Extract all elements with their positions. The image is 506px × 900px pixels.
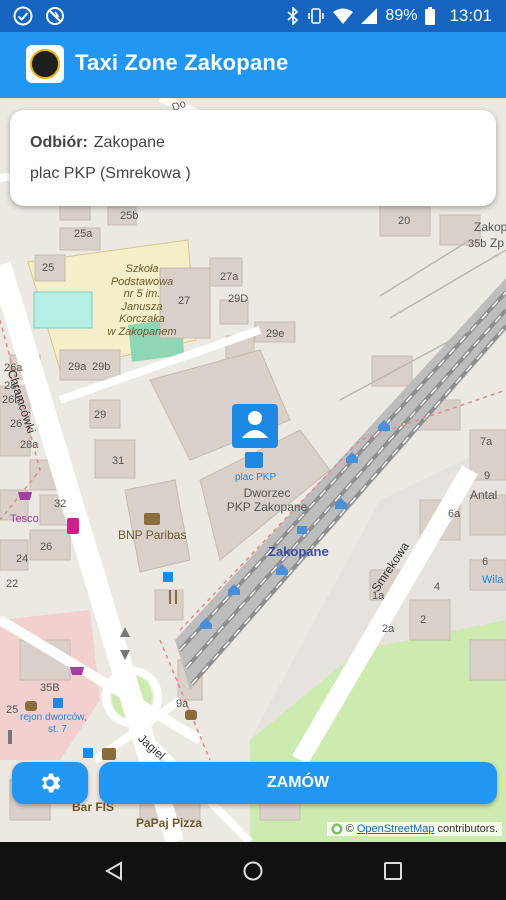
house-number: 25: [6, 704, 19, 716]
house-number: 29a: [68, 361, 87, 373]
vibrate-icon: [308, 8, 325, 24]
pickup-address: plac PKP (Smrekowa ): [30, 165, 191, 182]
bluetooth-icon: [287, 7, 299, 25]
status-bar: 89% 13:01: [0, 0, 506, 32]
house-number: 35b: [468, 238, 487, 250]
map-label-zp: Zp: [490, 236, 505, 250]
signal-icon: [361, 8, 378, 24]
house-number: 2a: [382, 623, 395, 635]
house-number: 26: [40, 541, 53, 553]
map-label-papaj: PaPaj Pizza: [136, 816, 203, 830]
house-number: 35B: [40, 682, 60, 694]
map-label-rejon: rejon dworców, st. 7: [20, 712, 87, 735]
house-number: 9a: [176, 698, 189, 710]
house-number: 9: [484, 470, 491, 482]
map-label-school: Szkoła Podstawowa nr 5 im. Janusza Korcz…: [107, 263, 177, 338]
attribution-prefix: ©: [345, 823, 354, 835]
map-label-marker: plac PKP: [235, 472, 277, 483]
house-number: 4: [434, 581, 441, 593]
osm-link[interactable]: OpenStreetMap: [357, 823, 435, 835]
map-attribution: © OpenStreetMap contributors.: [326, 822, 502, 836]
app-bar: Taxi Zone Zakopane: [0, 32, 506, 98]
map-label-station: Dworzec PKP Zakopane: [226, 486, 308, 514]
pickup-row: Odbiór: Zakopane: [30, 134, 165, 152]
system-nav-bar: [0, 842, 506, 900]
house-number: 29: [94, 409, 107, 421]
house-number: 6: [482, 556, 489, 568]
no-sync-icon: [46, 7, 64, 25]
status-right: 89% 13:01: [287, 6, 492, 26]
home-icon[interactable]: [242, 860, 264, 882]
house-number: 22: [6, 578, 19, 590]
map-label-zakop: Zakop: [474, 220, 506, 234]
back-icon[interactable]: [103, 860, 125, 882]
map-label-antal: Antal: [470, 488, 498, 502]
house-number: 7a: [480, 436, 493, 448]
pickup-card[interactable]: Odbiór: Zakopane plac PKP (Smrekowa ): [10, 110, 496, 206]
attribution-suffix: contributors.: [437, 823, 498, 835]
house-number: 25a: [74, 228, 93, 240]
house-number: 24: [16, 553, 29, 565]
house-number: 29e: [266, 328, 285, 340]
osm-logo-icon: [331, 823, 343, 835]
house-number: 29b: [92, 361, 111, 373]
status-left-icons: [12, 5, 66, 27]
order-button[interactable]: ZAMÓW: [99, 762, 497, 804]
house-number: 27a: [220, 271, 239, 283]
house-number: 6a: [448, 508, 461, 520]
gear-icon: [41, 773, 61, 793]
house-number: 29D: [228, 293, 249, 305]
pickup-marker: [232, 404, 278, 448]
house-number: 31: [112, 455, 125, 467]
taxi-logo-icon: [26, 45, 64, 83]
wifi-icon: [333, 8, 354, 24]
settings-button[interactable]: [12, 762, 88, 804]
house-number: 2: [420, 614, 427, 626]
pickup-city: Zakopane: [93, 134, 165, 151]
battery-icon: [425, 7, 436, 25]
map-label-wila: Wila: [482, 574, 504, 586]
check-circle-icon: [13, 6, 33, 26]
house-number: 20: [398, 215, 411, 227]
house-number: 25: [42, 262, 55, 274]
clock: 13:01: [449, 6, 492, 25]
battery-percent: 89%: [385, 7, 418, 24]
map-label-tesco: Tesco: [10, 513, 39, 525]
house-number: 32: [54, 498, 67, 510]
recents-icon[interactable]: [382, 860, 404, 882]
map-label-zakopane: Zakopane: [268, 544, 329, 559]
map-view[interactable]: Do Zakop Zp 25b 25a 25 27a 27 29D 29e 29…: [0, 98, 506, 842]
house-number: 25b: [120, 210, 139, 222]
map-label-bnp: BNP Paribas: [118, 528, 187, 542]
app-title: Taxi Zone Zakopane: [75, 50, 289, 75]
house-number: 28a: [20, 439, 39, 451]
pickup-label: Odbiór:: [30, 134, 88, 151]
